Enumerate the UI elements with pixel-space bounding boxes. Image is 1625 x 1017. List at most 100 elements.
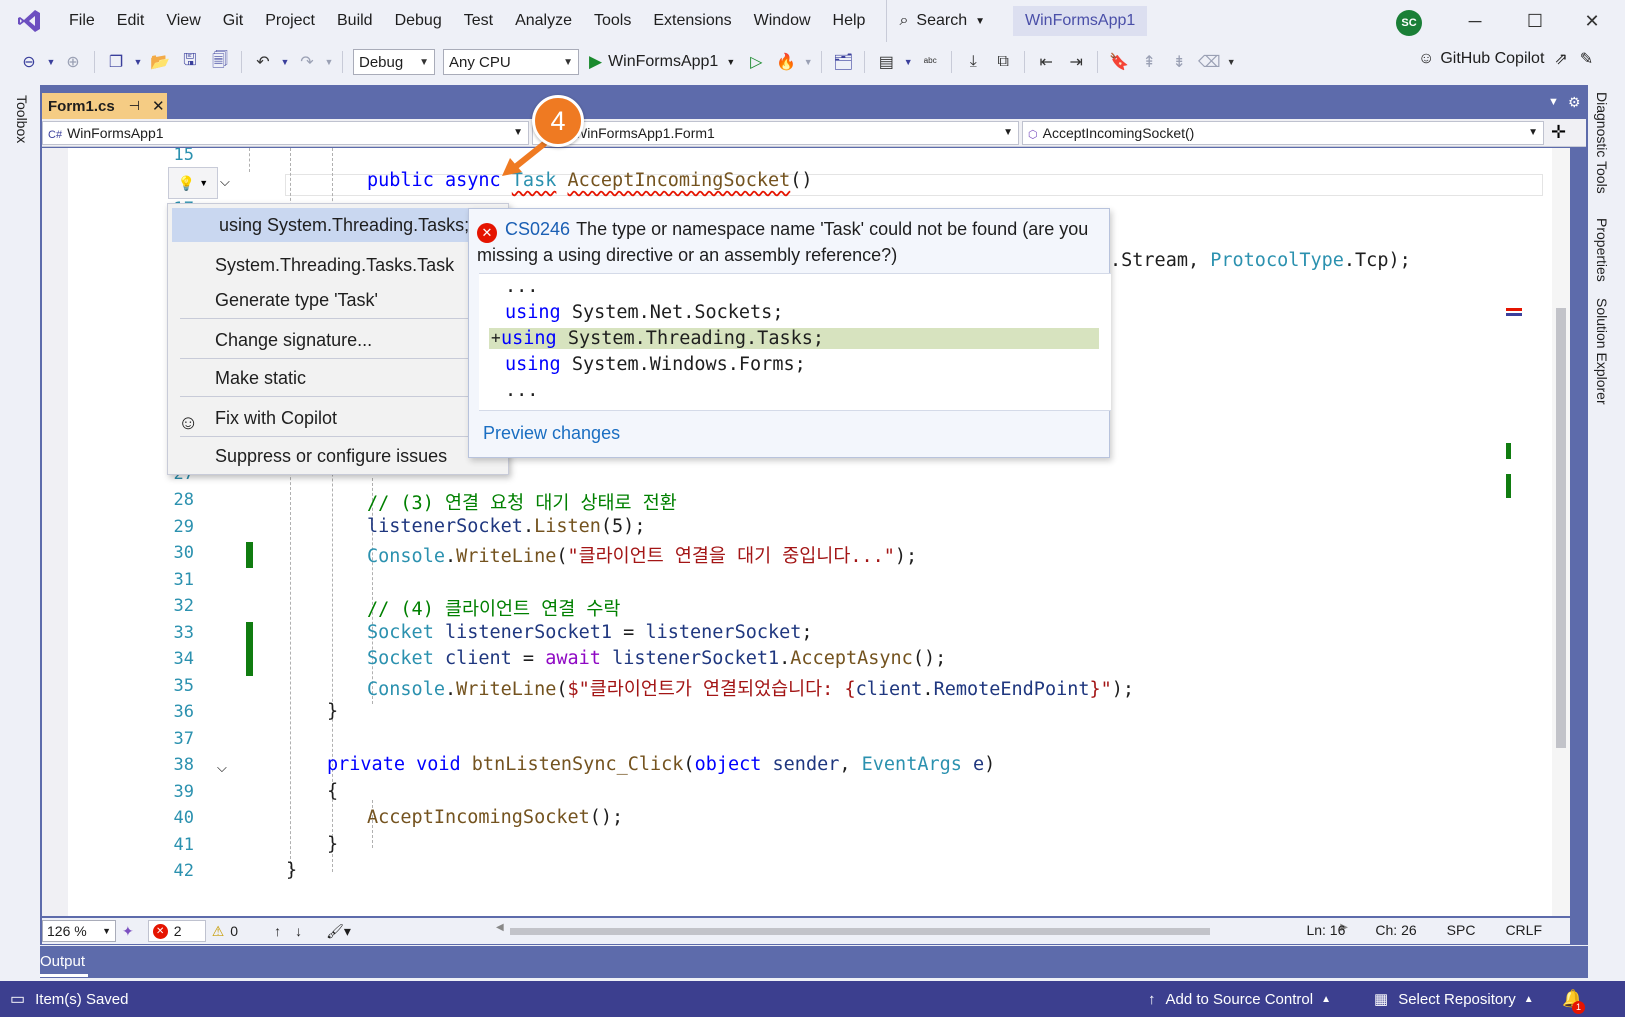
minimize-button[interactable]: ─	[1445, 0, 1505, 42]
scrollbar-thumb[interactable]	[1556, 308, 1566, 748]
save-all-icon[interactable]: 🗐	[207, 49, 233, 75]
redo-icon[interactable]: ↷	[294, 49, 320, 75]
undo-icon[interactable]: ↶	[250, 49, 276, 75]
add-to-source-control-button[interactable]: ↑ Add to Source Control ▲	[1148, 981, 1331, 1017]
preview-changes-link[interactable]: Preview changes	[483, 423, 620, 444]
quick-action-add-using[interactable]: using System.Threading.Tasks;	[172, 208, 470, 242]
menu-project[interactable]: Project	[254, 0, 326, 42]
solution-explorer-icon[interactable]: 🗂	[830, 49, 856, 75]
tab-list-dropdown-icon[interactable]: ▼	[1548, 96, 1559, 108]
collapse-icon[interactable]: ⌵	[217, 760, 227, 776]
warning-count-button[interactable]: ⚠ 0	[212, 923, 238, 940]
menu-file[interactable]: File	[58, 0, 106, 42]
error-code-link[interactable]: CS0246	[505, 219, 570, 239]
split-window-icon[interactable]: ✛	[1551, 122, 1566, 143]
save-icon[interactable]: 🖫	[177, 49, 203, 75]
menu-analyze[interactable]: Analyze	[504, 0, 583, 42]
new-project-icon[interactable]: ❐	[103, 49, 129, 75]
chevron-down-icon[interactable]: ▼	[280, 49, 290, 75]
configuration-select[interactable]: Debug ▼	[353, 49, 435, 75]
collapse-icon[interactable]: ⌵	[220, 174, 230, 190]
class-view-icon[interactable]: ⧉	[990, 49, 1016, 75]
menu-tools[interactable]: Tools	[583, 0, 642, 42]
spell-check-icon[interactable]: ᵃᵇᶜ	[917, 49, 943, 75]
chevron-down-icon[interactable]: ▼	[903, 49, 913, 75]
menu-view[interactable]: View	[155, 0, 211, 42]
outdent-icon[interactable]: ⇤	[1033, 49, 1059, 75]
menu-help[interactable]: Help	[822, 0, 877, 42]
solution-name-badge[interactable]: WinFormsApp1	[1013, 6, 1148, 36]
zoom-select[interactable]: 126 % ▼	[42, 920, 116, 942]
diagnostic-tools-tab[interactable]: Diagnostic Tools	[1594, 92, 1610, 194]
close-icon[interactable]: ✕	[152, 97, 165, 115]
clear-bookmarks-icon[interactable]: ⌫	[1196, 49, 1222, 75]
step-into-icon[interactable]: ⤓	[960, 49, 986, 75]
navigate-back-icon[interactable]: ⊖	[16, 49, 42, 75]
quick-action-suppress[interactable]: Suppress or configure issues	[168, 439, 468, 473]
scrollbar-thumb[interactable]	[510, 928, 1210, 935]
menu-extensions[interactable]: Extensions	[642, 0, 742, 42]
menu-test[interactable]: Test	[453, 0, 504, 42]
feedback-icon[interactable]: ✎	[1580, 49, 1593, 69]
error-description: ✕ CS0246 The type or namespace name 'Task'…	[477, 217, 1097, 268]
type-select[interactable]: WinFormsApp1.Form1 ▼	[532, 120, 1019, 145]
hot-reload-icon[interactable]: 🔥	[773, 49, 799, 75]
error-count-button[interactable]: ✕ 2	[147, 920, 206, 942]
output-panel-tab[interactable]: Output	[40, 946, 1588, 978]
chevron-down-icon[interactable]: ▼	[803, 49, 813, 75]
scroll-left-icon[interactable]: ◀	[496, 922, 504, 933]
menu-git[interactable]: Git	[212, 0, 254, 42]
toolbox-tab[interactable]: Toolbox	[14, 95, 30, 143]
indent-icon[interactable]: ⇥	[1063, 49, 1089, 75]
next-bookmark-icon[interactable]: ⇟	[1166, 49, 1192, 75]
next-issue-icon[interactable]: ↓	[295, 923, 302, 939]
chevron-down-icon: ▼	[419, 56, 429, 68]
tab-form1-cs[interactable]: Form1.cs ⊣ ✕	[42, 93, 167, 119]
quick-action-change-signature[interactable]: Change signature...	[168, 323, 468, 357]
vertical-scrollbar[interactable]	[1552, 148, 1570, 916]
intellicode-icon[interactable]: ✦	[122, 923, 134, 940]
menu-edit[interactable]: Edit	[106, 0, 156, 42]
start-debugging-button[interactable]: ▶ WinFormsApp1 ▼	[589, 52, 735, 72]
chevron-down-icon[interactable]: ▼	[324, 49, 334, 75]
close-window-button[interactable]: ✕	[1562, 0, 1622, 42]
github-copilot-button[interactable]: ☺ GitHub Copilot ⇗ ✎	[1418, 49, 1593, 69]
menu-separator	[180, 318, 470, 319]
previous-bookmark-icon[interactable]: ⇞	[1136, 49, 1162, 75]
toolbar-overflow-icon[interactable]: ▼	[1226, 49, 1236, 75]
open-folder-icon[interactable]: 📂	[147, 49, 173, 75]
quick-action-fix-with-copilot[interactable]: ☺ Fix with Copilot	[168, 401, 468, 435]
bookmark-icon[interactable]: 🔖	[1106, 49, 1132, 75]
warning-icon: ⚠	[211, 922, 225, 939]
layout-icon[interactable]: ▤	[873, 49, 899, 75]
menu-debug[interactable]: Debug	[384, 0, 453, 42]
maximize-button[interactable]: ☐	[1505, 0, 1565, 42]
solution-explorer-tab[interactable]: Solution Explorer	[1594, 298, 1610, 405]
properties-tab[interactable]: Properties	[1594, 218, 1610, 282]
member-select[interactable]: ⬡ AcceptIncomingSocket() ▼	[1022, 120, 1544, 145]
horizontal-scrollbar[interactable]: ◀ ▶	[496, 922, 1348, 937]
share-icon[interactable]: ⇗	[1554, 49, 1567, 69]
select-repository-button[interactable]: ▦ Select Repository ▲	[1374, 981, 1534, 1017]
platform-select[interactable]: Any CPU ▼	[443, 49, 579, 75]
navigate-forward-icon[interactable]: ⊕	[60, 49, 86, 75]
chevron-down-icon[interactable]: ▼	[133, 49, 143, 75]
quick-action-fully-qualify[interactable]: System.Threading.Tasks.Task	[168, 248, 468, 282]
quick-action-generate-type[interactable]: Generate type 'Task'	[168, 283, 468, 317]
whitespace-indicator[interactable]: SPC	[1447, 922, 1476, 938]
visual-studio-logo-icon[interactable]	[0, 0, 58, 42]
project-select[interactable]: C# WinFormsApp1 ▼	[42, 120, 529, 145]
search-box[interactable]: ⌕ Search ▼	[886, 0, 997, 42]
menu-build[interactable]: Build	[326, 0, 384, 42]
quick-action-make-static[interactable]: Make static	[168, 361, 468, 395]
menu-window[interactable]: Window	[743, 0, 822, 42]
start-without-debugging-icon[interactable]: ▷	[743, 49, 769, 75]
gear-icon[interactable]: ⚙	[1568, 94, 1581, 111]
user-avatar[interactable]: SC	[1396, 10, 1422, 36]
quick-actions-lightbulb[interactable]: 💡 ▼	[168, 167, 218, 199]
line-ending-indicator[interactable]: CRLF	[1505, 922, 1542, 938]
pin-icon[interactable]: ⊣	[129, 98, 140, 114]
previous-issue-icon[interactable]: ↑	[274, 923, 281, 939]
code-cleanup-icon[interactable]: 🖌▾	[326, 923, 351, 940]
chevron-down-icon[interactable]: ▼	[46, 49, 56, 75]
